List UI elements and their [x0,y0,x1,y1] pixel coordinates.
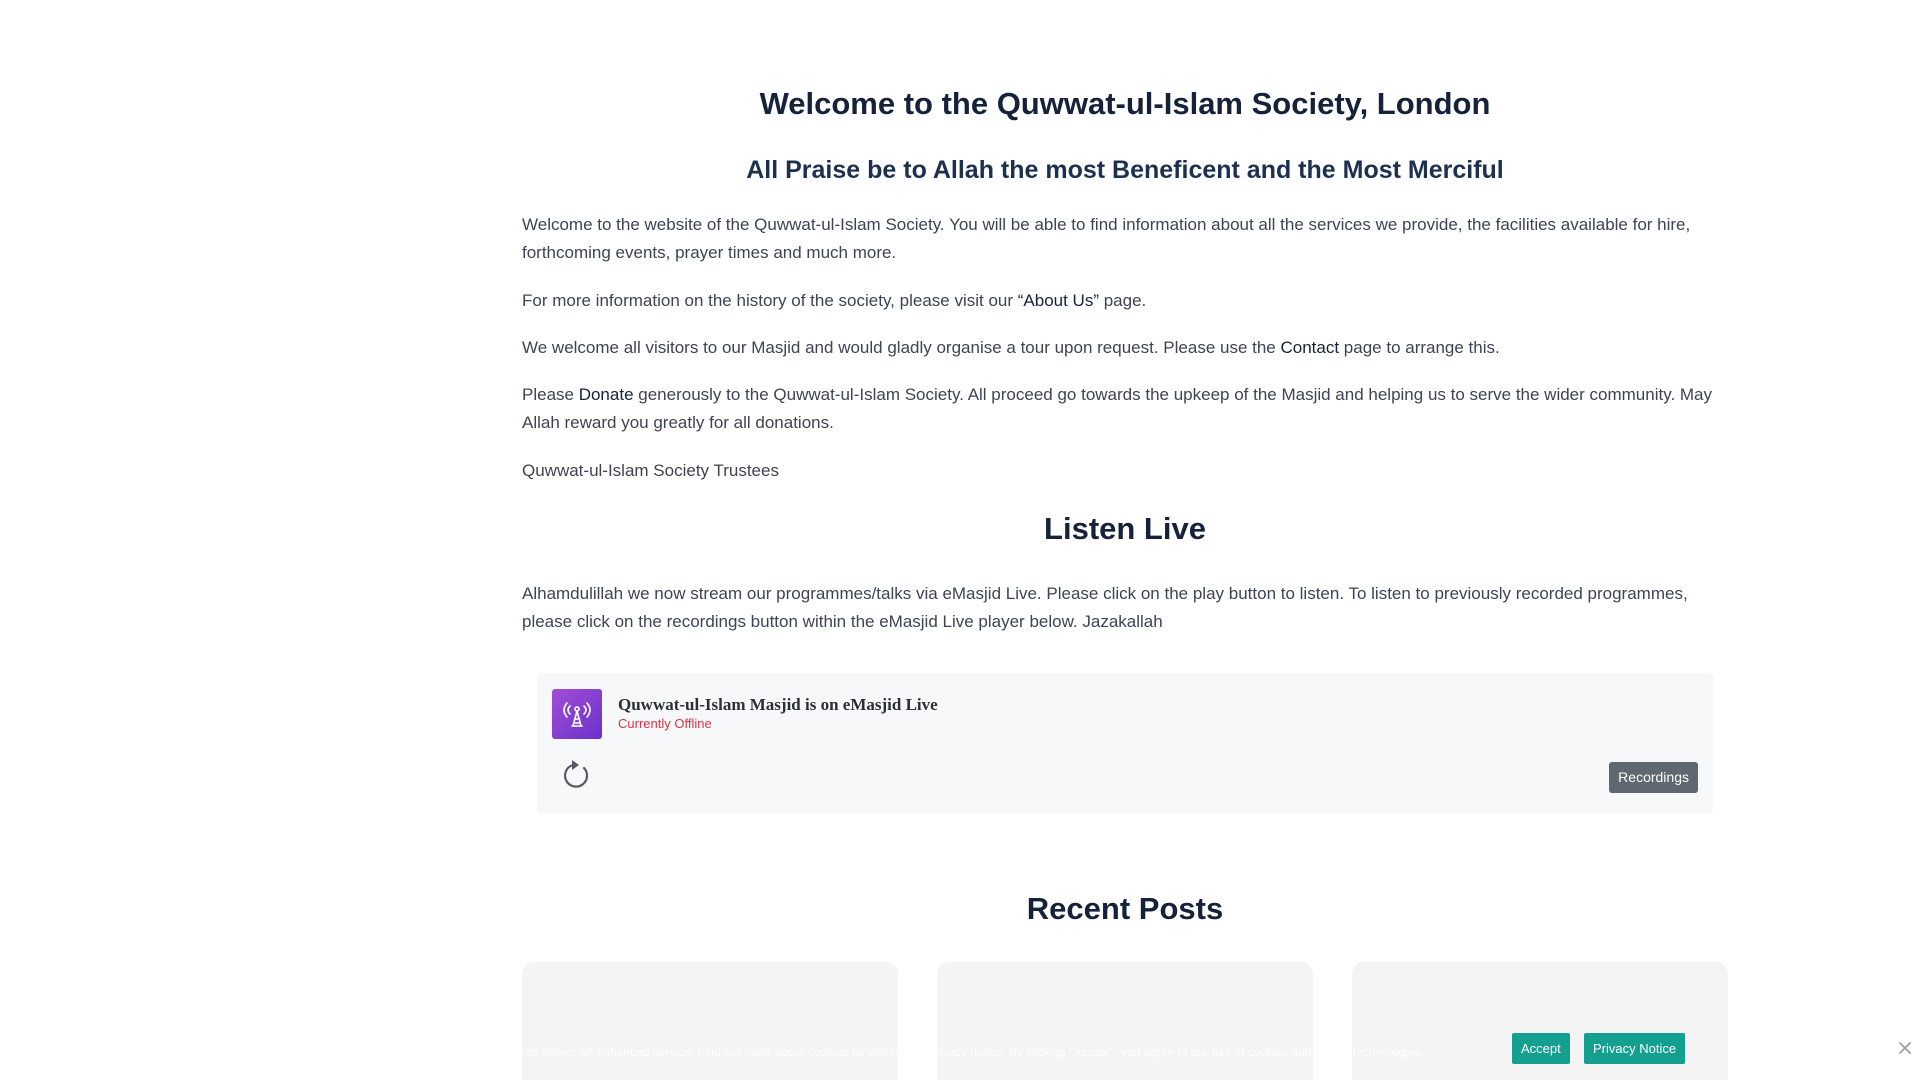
donate-text-after: generously to the Quwwat-ul-Islam Societ… [522,385,1713,432]
emasjid-player: Quwwat-ul-Islam Masjid is on eMasjid Liv… [537,673,1713,813]
privacy-notice-button[interactable]: Privacy Notice [1584,1033,1686,1064]
page-subtitle: All Praise be to Allah the most Benefice… [746,156,1504,184]
donate-link[interactable]: Donate [579,385,634,404]
about-us-link[interactable]: “About Us” [1018,291,1099,310]
about-text-after: page. [1099,291,1147,310]
visitors-paragraph: We welcome all visitors to our Masjid an… [522,334,1728,362]
visitors-text-before: We welcome all visitors to our Masjid an… [522,338,1281,357]
donate-text-before: Please [522,385,579,404]
listen-live-description: Alhamdulillah we now stream our programm… [522,584,1688,631]
intro-paragraph: Welcome to the website of the Quwwat-ul-… [522,215,1691,262]
contact-link[interactable]: Contact [1280,338,1339,357]
player-title: Quwwat-ul-Islam Masjid is on eMasjid Liv… [618,695,938,714]
close-icon[interactable] [1895,1038,1915,1058]
trustees-signature: Quwwat-ul-Islam Society Trustees [522,461,779,480]
visitors-text-after: page to arrange this. [1339,338,1500,357]
about-text-before: For more information on the history of t… [522,291,1018,310]
refresh-icon[interactable] [562,759,592,791]
cookie-notice-text: …to deliver an enhanced service. Find ou… [516,1045,1424,1059]
recordings-button[interactable]: Recordings [1609,762,1698,793]
broadcast-tower-icon [552,689,602,739]
donate-paragraph: Please Donate generously to the Quwwat-u… [522,381,1728,437]
cookie-notice: …to deliver an enhanced service. Find ou… [0,1033,1920,1073]
cookie-accept-button[interactable]: Accept [1512,1033,1570,1064]
listen-live-heading: Listen Live [1044,511,1206,546]
page-title: Welcome to the Quwwat-ul-Islam Society, … [759,86,1491,121]
recent-posts-heading: Recent Posts [1026,891,1224,926]
about-paragraph: For more information on the history of t… [522,287,1728,315]
player-status: Currently Offline [618,716,712,731]
